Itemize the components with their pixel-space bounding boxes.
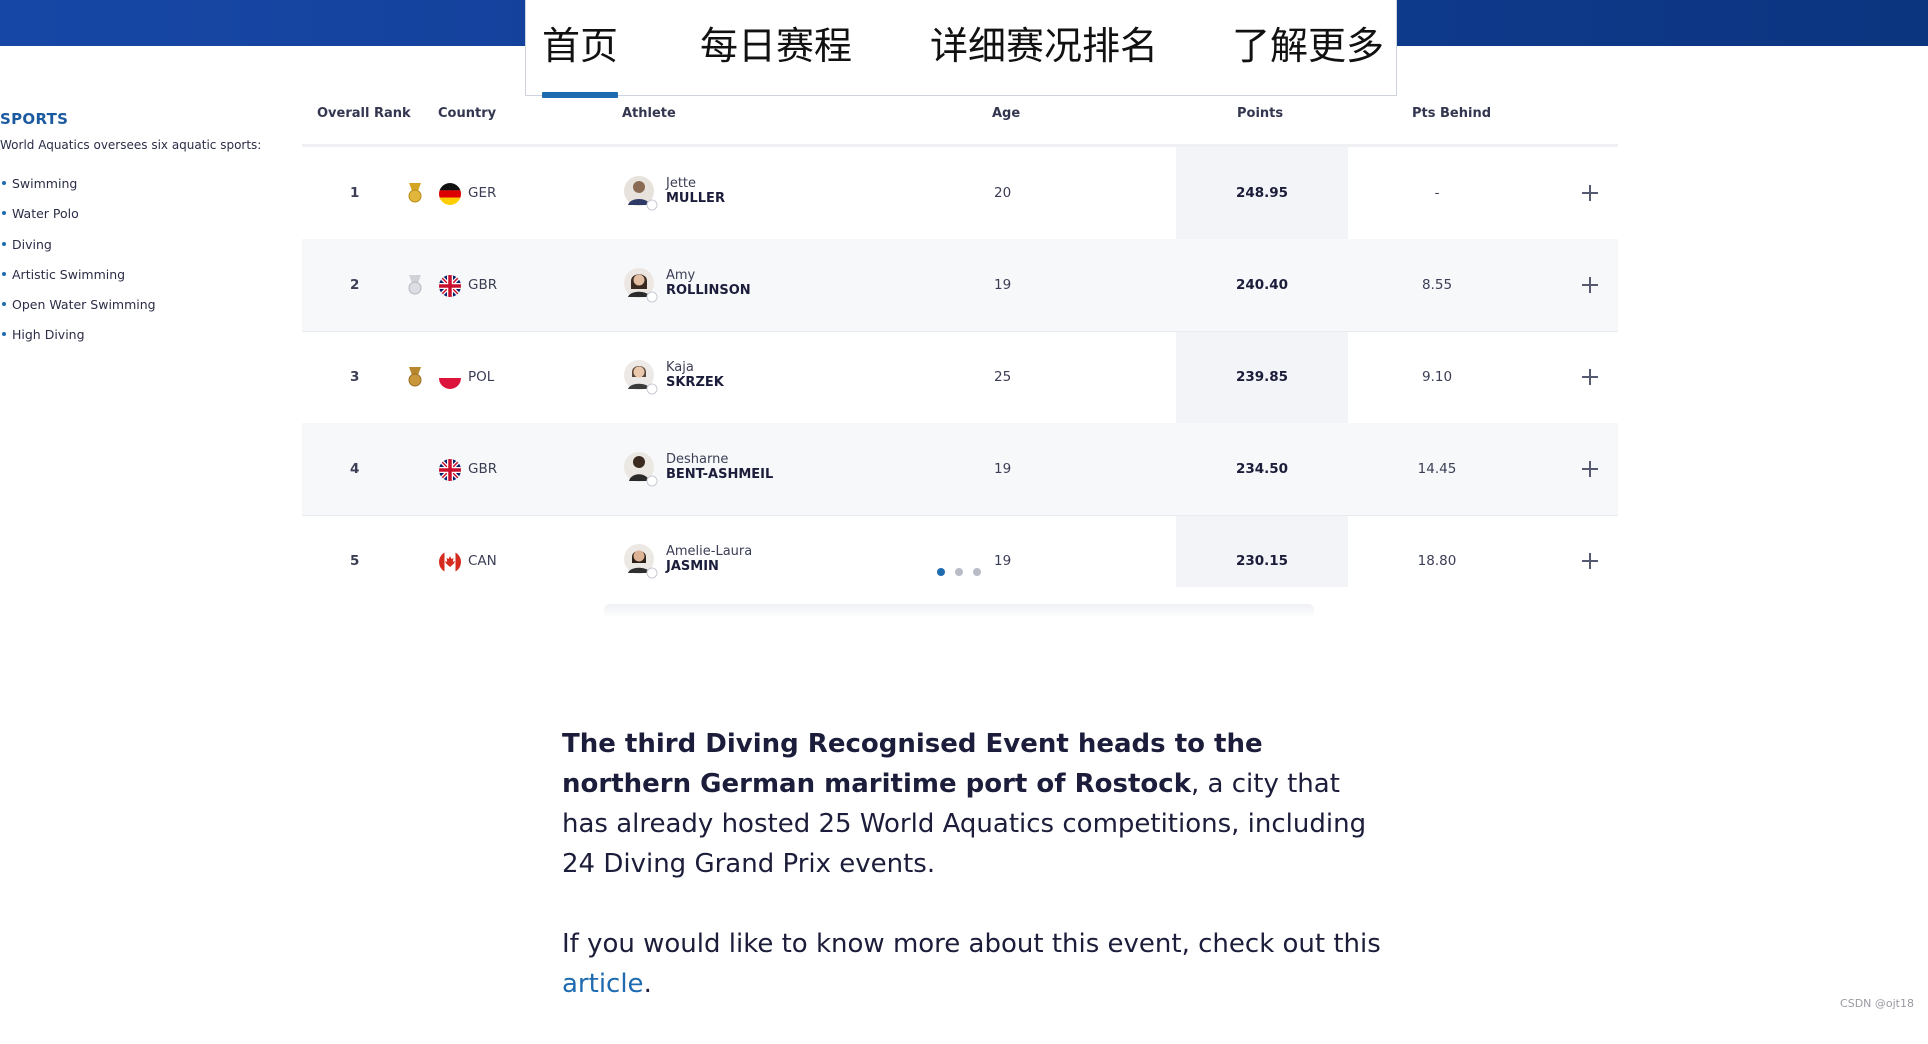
table-row[interactable]: 1 GER Jette MULLER 20 248.95 -: [302, 147, 1618, 240]
flag-poland-icon: [439, 367, 461, 389]
athlete-last-name[interactable]: JASMIN: [666, 559, 719, 574]
athlete-first-name: Amelie-Laura: [666, 544, 753, 559]
country-code: GBR: [468, 277, 498, 293]
athlete-avatar-icon[interactable]: [624, 267, 658, 303]
expand-plus-icon[interactable]: [1580, 275, 1600, 295]
tab-learn-more[interactable]: 了解更多: [1232, 18, 1384, 78]
carousel-dot[interactable]: [955, 568, 963, 576]
age-cell: 19: [994, 277, 1012, 293]
tab-detailed-rankings[interactable]: 详细赛况排名: [930, 18, 1158, 78]
points-cell: 234.50: [1235, 461, 1289, 477]
article-paragraph: The third Diving Recognised Event heads …: [562, 724, 1382, 884]
sports-heading: SPORTS: [0, 110, 69, 128]
rank-cell: 5: [350, 553, 360, 569]
sports-list: Swimming Water Polo Diving Artistic Swim…: [0, 176, 156, 358]
country-code: GBR: [468, 461, 498, 477]
athlete-avatar-icon[interactable]: [624, 543, 658, 579]
points-cell: 240.40: [1235, 277, 1289, 293]
table-row[interactable]: 2 GBR Amy ROLLINSON 19 240.40 8.55: [302, 239, 1618, 332]
article-link[interactable]: article: [562, 969, 644, 999]
rankings-table: Overall Rank Country Athlete Age Points …: [302, 98, 1618, 598]
carousel-dot[interactable]: [973, 568, 981, 576]
age-cell: 19: [994, 461, 1012, 477]
pts-behind-cell: 8.55: [1421, 277, 1453, 293]
athlete-avatar-icon[interactable]: [624, 451, 658, 487]
rank-cell: 3: [350, 369, 360, 385]
header-athlete: Athlete: [622, 106, 676, 121]
expand-plus-icon[interactable]: [1580, 183, 1600, 203]
table-row[interactable]: 5 CAN Amelie-Laura JASMIN 19 230.15 18.8…: [302, 515, 1618, 607]
pts-behind-cell: 14.45: [1417, 461, 1457, 477]
rank-cell: 2: [350, 277, 360, 293]
age-cell: 19: [994, 553, 1012, 569]
flag-uk-icon: [439, 459, 461, 481]
age-cell: 20: [994, 185, 1012, 201]
article-cta-text: If you would like to know more about thi…: [562, 929, 1381, 959]
header-pts-behind: Pts Behind: [1412, 106, 1492, 121]
table-shadow: [604, 604, 1314, 618]
sport-link-high-diving[interactable]: High Diving: [0, 327, 156, 357]
tab-home[interactable]: 首页: [542, 18, 619, 98]
expand-plus-icon[interactable]: [1580, 551, 1600, 571]
age-cell: 25: [994, 369, 1012, 385]
table-row[interactable]: 3 POL Kaja SKRZEK 25 239.85 9.10: [302, 331, 1618, 424]
carousel-dot[interactable]: [937, 568, 945, 576]
country-code: CAN: [468, 553, 497, 569]
pts-behind-cell: 9.10: [1421, 369, 1453, 385]
article-cta-end: .: [643, 969, 652, 999]
silver-medal-icon: [408, 275, 422, 295]
flag-germany-icon: [439, 183, 461, 205]
pts-behind-cell: -: [1434, 185, 1440, 201]
athlete-last-name[interactable]: ROLLINSON: [666, 283, 751, 298]
athlete-first-name: Jette: [666, 176, 697, 191]
athlete-first-name: Desharne: [666, 452, 729, 467]
athlete-first-name: Amy: [666, 268, 696, 283]
athlete-last-name[interactable]: SKRZEK: [666, 375, 724, 390]
sport-link-swimming[interactable]: Swimming: [0, 176, 156, 206]
points-cell: 248.95: [1235, 185, 1289, 201]
athlete-last-name[interactable]: BENT-ASHMEIL: [666, 467, 773, 482]
expand-plus-icon[interactable]: [1580, 459, 1600, 479]
article-text: The third Diving Recognised Event heads …: [562, 724, 1382, 1044]
header-country: Country: [438, 106, 497, 121]
country-code: GER: [468, 185, 497, 201]
flag-uk-icon: [439, 275, 461, 297]
sport-link-diving[interactable]: Diving: [0, 237, 156, 267]
sport-link-artistic-swimming[interactable]: Artistic Swimming: [0, 267, 156, 297]
watermark: CSDN @ojt18: [1840, 997, 1914, 1010]
country-code: POL: [468, 369, 495, 385]
expand-plus-icon[interactable]: [1580, 367, 1600, 387]
athlete-avatar-icon[interactable]: [624, 359, 658, 395]
flag-canada-icon: [439, 551, 461, 573]
header-age: Age: [992, 106, 1021, 121]
gold-medal-icon: [408, 183, 422, 203]
tab-daily-schedule[interactable]: 每日赛程: [700, 18, 852, 78]
sport-link-water-polo[interactable]: Water Polo: [0, 206, 156, 236]
table-row[interactable]: 4 GBR Desharne BENT-ASHMEIL 19 234.50 14…: [302, 423, 1618, 516]
pts-behind-cell: 18.80: [1417, 553, 1457, 569]
points-cell: 230.15: [1235, 553, 1289, 569]
bronze-medal-icon: [408, 367, 422, 387]
article-lead: The third Diving Recognised Event heads …: [562, 729, 1263, 799]
athlete-first-name: Kaja: [666, 360, 694, 375]
rank-cell: 4: [350, 461, 360, 477]
article-paragraph: If you would like to know more about thi…: [562, 924, 1382, 1004]
athlete-avatar-icon[interactable]: [624, 175, 658, 211]
header-points: Points: [1237, 106, 1284, 121]
header-overall-rank: Overall Rank: [317, 106, 411, 121]
sports-description: World Aquatics oversees six aquatic spor…: [0, 138, 262, 152]
table-header: Overall Rank Country Athlete Age Points …: [302, 98, 1618, 147]
athlete-last-name[interactable]: MULLER: [666, 191, 725, 206]
rank-cell: 1: [350, 185, 360, 201]
main-nav: 首页 每日赛程 详细赛况排名 了解更多: [525, 0, 1397, 98]
sport-link-open-water-swimming[interactable]: Open Water Swimming: [0, 297, 156, 327]
points-cell: 239.85: [1235, 369, 1289, 385]
